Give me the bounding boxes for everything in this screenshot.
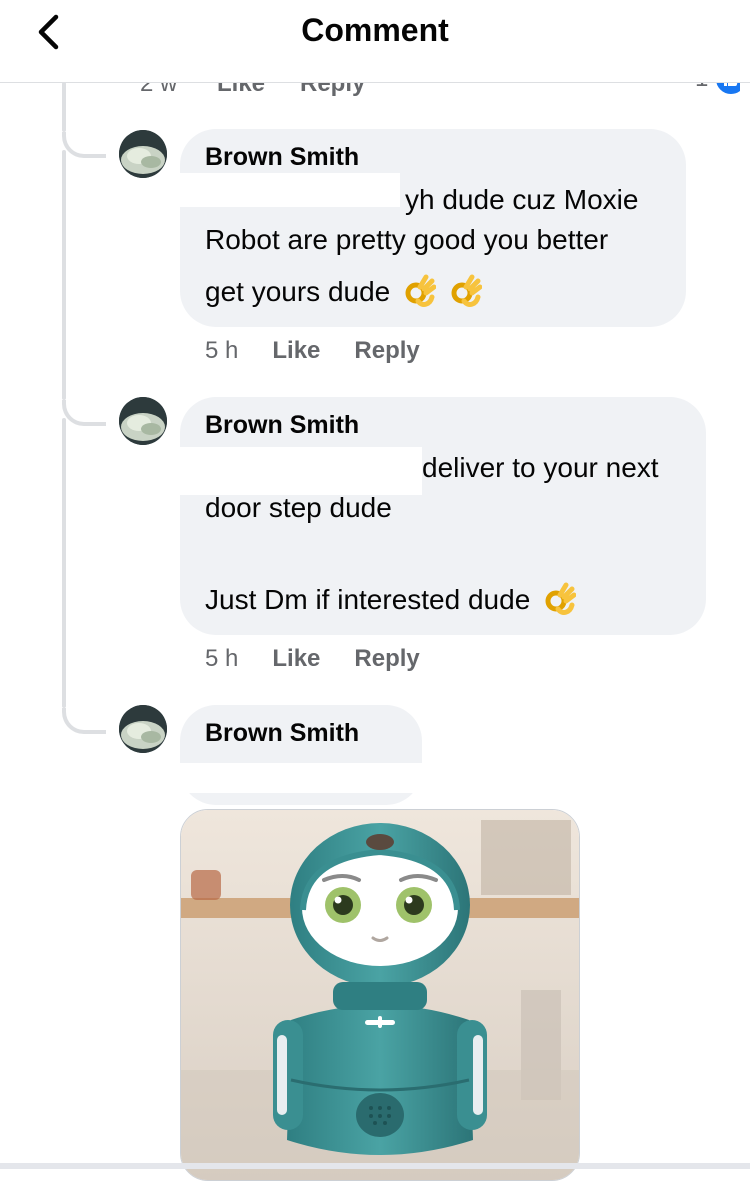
avatar[interactable] — [119, 705, 167, 753]
comment-text: Robot are pretty good you better — [205, 224, 609, 255]
like-button[interactable]: Like — [272, 645, 320, 673]
comment-actions: 5 h Like Reply — [205, 645, 420, 673]
comment-author[interactable]: Brown Smith — [205, 411, 359, 440]
header-bar: Comment — [0, 0, 750, 83]
redaction — [180, 173, 400, 207]
comment-author[interactable]: Brown Smith — [205, 143, 359, 172]
comment-bubble[interactable]: Brown Smith deliver to your next door st… — [180, 397, 706, 635]
comment-text: door step dude — [205, 492, 392, 523]
ok-hand-icon — [405, 274, 437, 307]
comment-time: 5 h — [205, 645, 239, 672]
comment-text: Just Dm if interested dude — [205, 584, 531, 615]
comment-text: get yours dude — [205, 276, 391, 307]
thread-line — [62, 418, 66, 708]
comment-text-line: get yours dude — [205, 272, 482, 312]
avatar[interactable] — [119, 397, 167, 445]
comment-actions: 5 h Like Reply — [205, 337, 420, 365]
thread-line — [62, 150, 66, 400]
robot-photo[interactable] — [180, 809, 580, 1181]
page-title: Comment — [301, 12, 449, 48]
comment-bubble[interactable]: Brown Smith yh dude cuz Moxie Robot are … — [180, 129, 686, 327]
like-button[interactable]: Like — [272, 337, 320, 365]
thread-branch — [62, 708, 106, 734]
thread-branch — [62, 132, 106, 158]
comment-text: yh dude cuz Moxie — [405, 184, 639, 215]
comment-text: deliver to your next — [422, 452, 659, 483]
comment-text-line: Just Dm if interested dude — [205, 580, 577, 620]
thread-branch — [62, 400, 106, 426]
reply-button[interactable]: Reply — [354, 337, 419, 365]
comment-bubble[interactable]: Brown Smith — [180, 705, 422, 805]
avatar[interactable] — [119, 130, 167, 178]
reply-button[interactable]: Reply — [354, 645, 419, 673]
bottom-edge — [0, 1163, 750, 1169]
comment-time: 5 h — [205, 337, 239, 364]
ok-hand-icon — [545, 582, 577, 615]
comment-author[interactable]: Brown Smith — [205, 719, 359, 748]
thread-line — [62, 82, 66, 132]
ok-hand-icon — [451, 274, 482, 307]
redaction — [180, 763, 422, 793]
